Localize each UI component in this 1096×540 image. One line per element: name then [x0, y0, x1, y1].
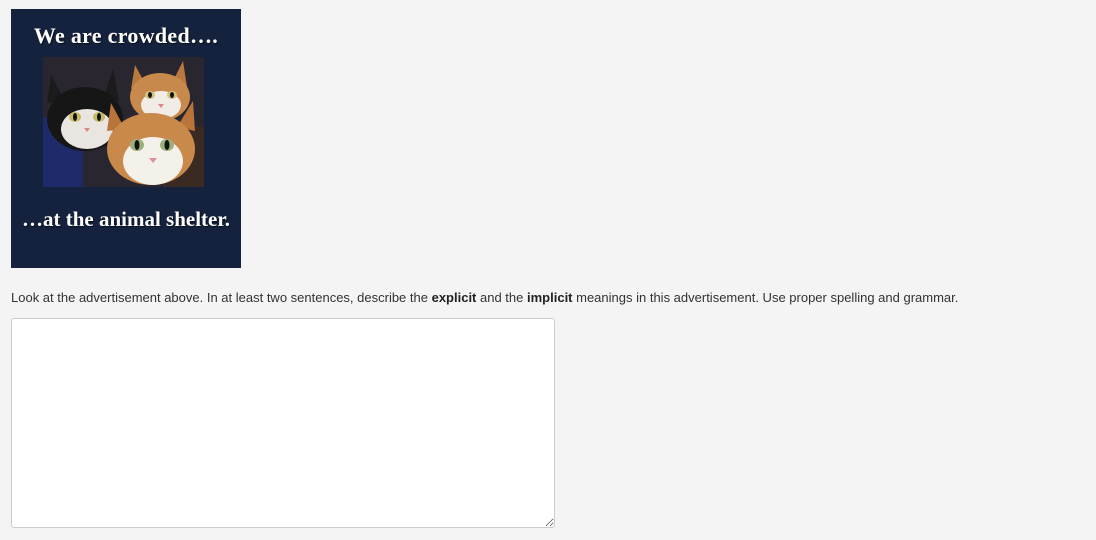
question-prompt: Look at the advertisement above. In at l… — [11, 290, 958, 305]
kittens-photo — [43, 57, 204, 187]
ad-tagline: …at the animal shelter. — [21, 207, 231, 231]
ad-headline: We are crowded…. — [33, 23, 219, 48]
implicit-keyword: implicit — [527, 290, 573, 305]
answer-textarea[interactable] — [11, 318, 555, 528]
advertisement-image: We are crowded…. …at the animal shelter. — [11, 9, 241, 268]
prompt-text-part1: Look at the advertisement above. In at l… — [11, 290, 432, 305]
explicit-keyword: explicit — [431, 290, 477, 305]
prompt-text-part3: meanings in this advertisement. Use prop… — [572, 290, 959, 305]
prompt-text-part2: and the — [476, 290, 527, 305]
